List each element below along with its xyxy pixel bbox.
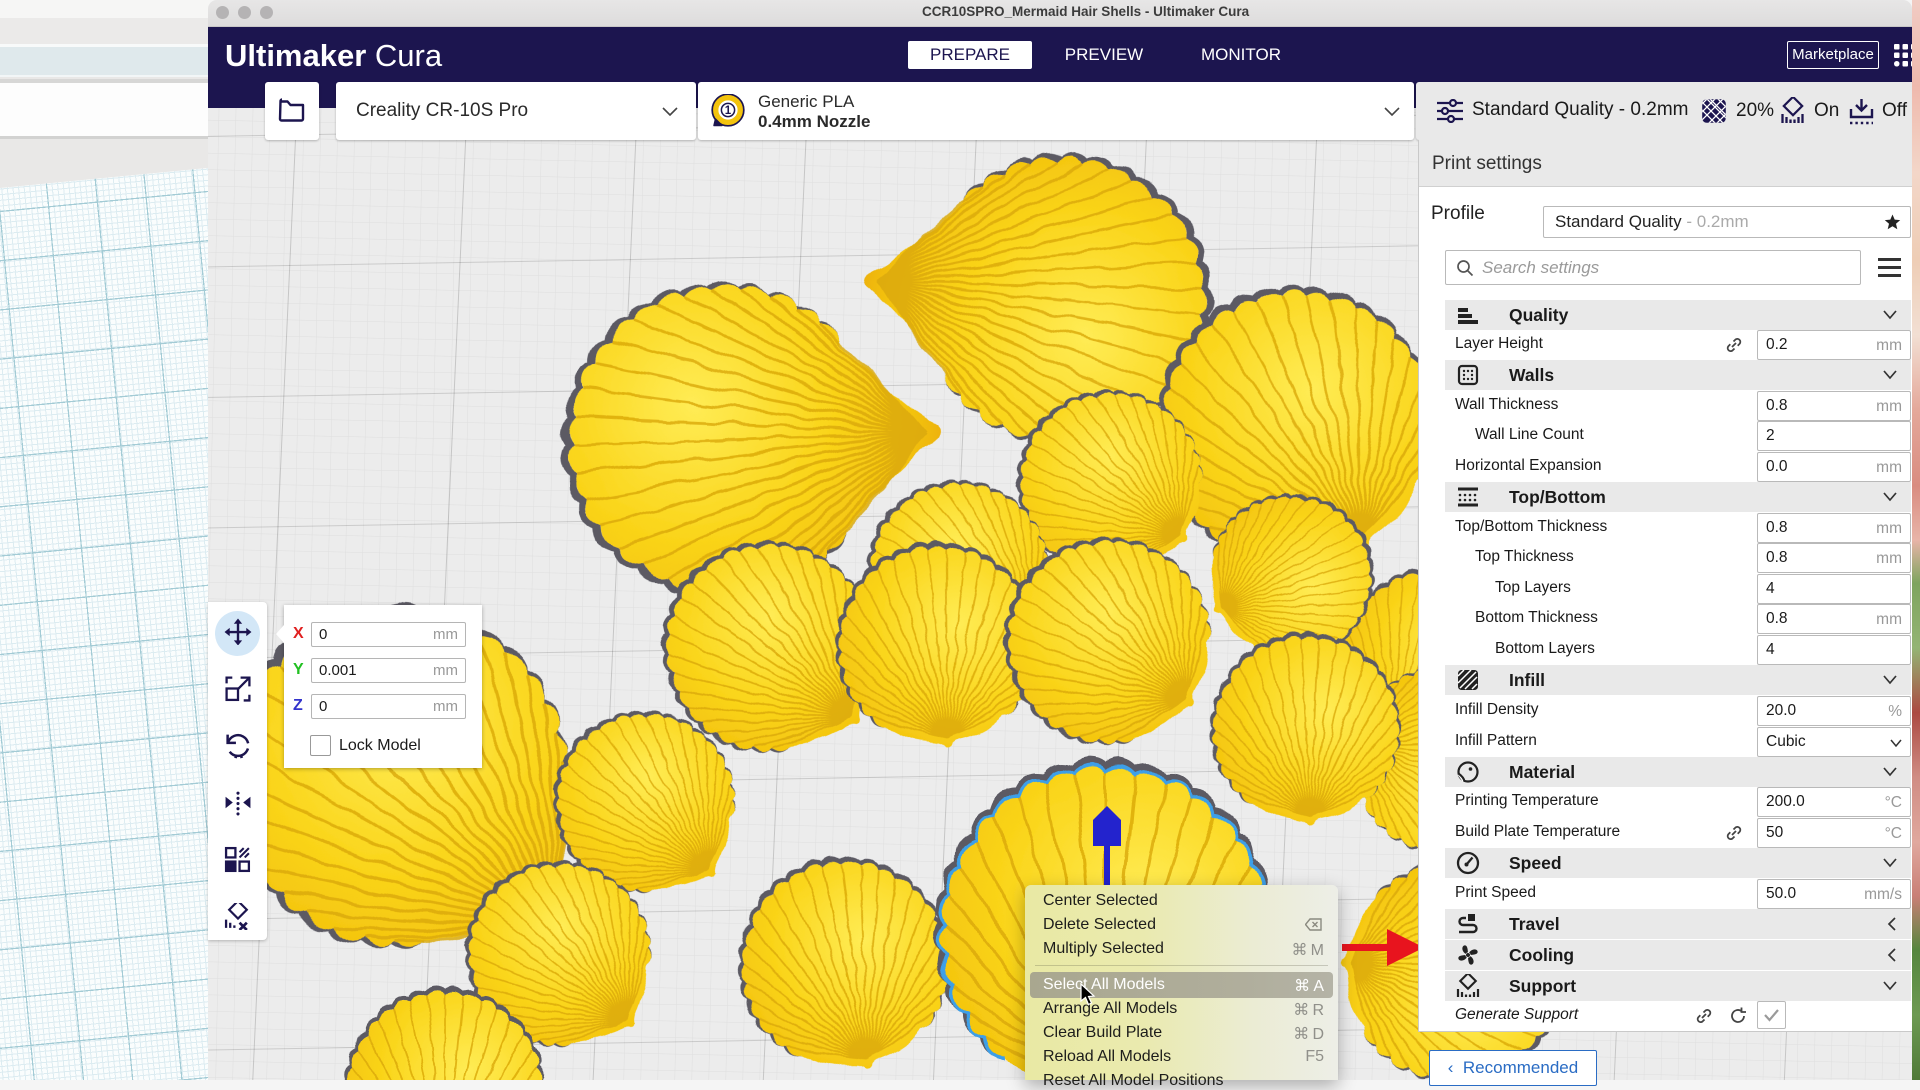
svg-text:1: 1 <box>725 105 732 117</box>
